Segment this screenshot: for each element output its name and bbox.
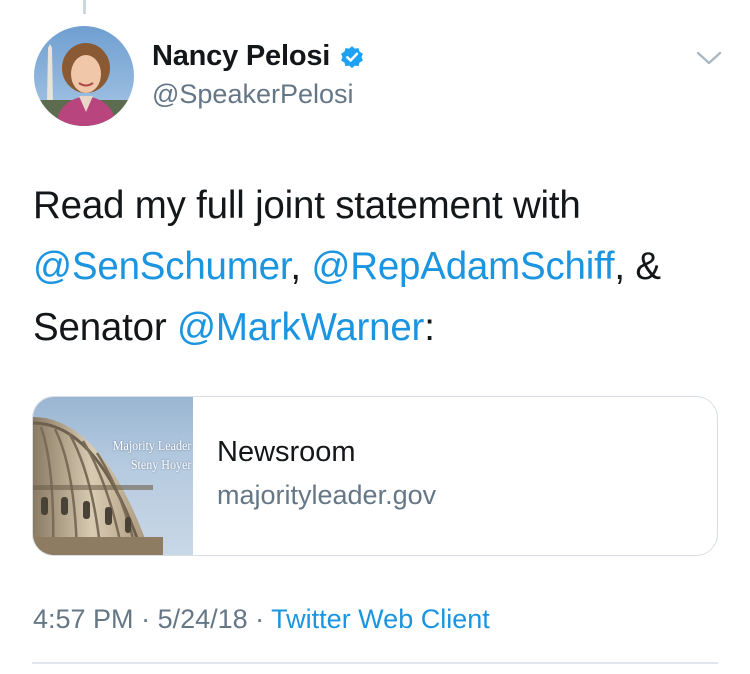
card-domain: majorityleader.gov (217, 480, 437, 510)
card-body: Newsroom majorityleader.gov (193, 397, 436, 555)
divider (32, 662, 718, 664)
card-thumbnail: Majority Leader Steny Hoyer (33, 397, 193, 555)
tweet-text-segment: Senator (33, 306, 177, 349)
tweet-text-segment: : (424, 306, 435, 349)
card-title: Newsroom (217, 436, 356, 468)
thread-connector-line (83, 0, 86, 14)
tweet-time[interactable]: 4:57 PM (33, 604, 134, 634)
mention-link-markwarner[interactable]: @MarkWarner (177, 306, 424, 349)
author-display-name[interactable]: Nancy Pelosi (152, 40, 330, 73)
tweet-text-separator: , & (614, 245, 661, 288)
tweet-text: Read my full joint statement with @SenSc… (33, 175, 723, 358)
avatar[interactable] (34, 26, 134, 126)
thumbnail-caption-line: Majority Leader (112, 439, 191, 454)
chevron-down-icon[interactable] (694, 48, 724, 68)
avatar-photo (34, 26, 134, 126)
verified-badge-icon (338, 43, 366, 71)
tweet-text-separator: , (290, 245, 312, 288)
thumbnail-caption-line: Steny Hoyer (130, 458, 191, 473)
tweet-date[interactable]: 5/24/18 (158, 604, 248, 634)
tweet-meta: 4:57 PM · 5/24/18 · Twitter Web Client (33, 604, 490, 635)
link-preview-card[interactable]: Majority Leader Steny Hoyer Newsroom maj… (32, 396, 718, 556)
mention-link-senschumer[interactable]: @SenSchumer (33, 245, 291, 288)
meta-separator: · (133, 604, 158, 634)
capitol-dome-image (33, 417, 163, 555)
mention-link-repadamschiff[interactable]: @RepAdamSchiff (311, 245, 614, 288)
tweet-detail: Nancy Pelosi @SpeakerPelosi Read my full… (0, 0, 750, 674)
thumbnail-caption: Majority Leader Steny Hoyer (112, 437, 191, 475)
meta-separator: · (247, 604, 272, 634)
author-handle[interactable]: @SpeakerPelosi (152, 79, 354, 110)
tweet-source-link[interactable]: Twitter Web Client (271, 604, 490, 634)
author-name-row: Nancy Pelosi (152, 40, 366, 73)
tweet-text-segment: Read my full joint statement with (33, 184, 581, 227)
